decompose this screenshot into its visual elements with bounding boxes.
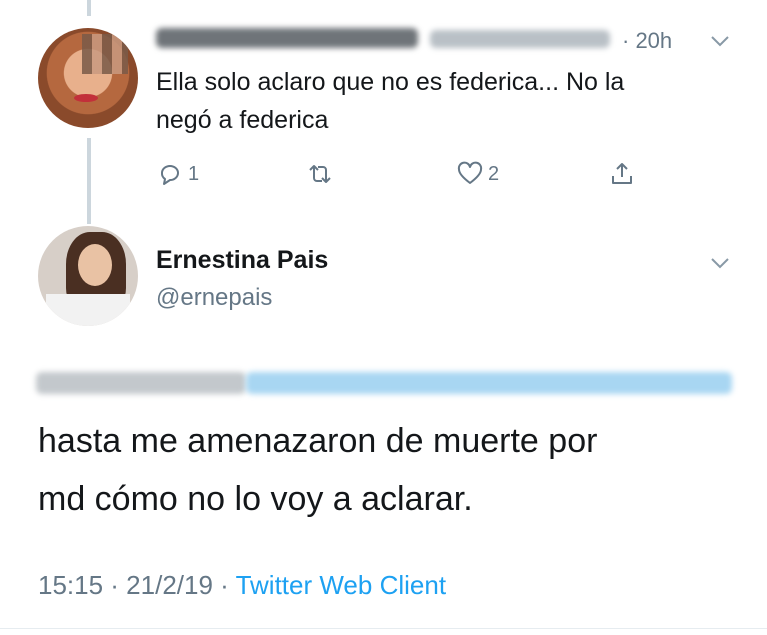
reply-name-redacted: [156, 28, 418, 48]
reply-button[interactable]: 1: [156, 160, 199, 188]
like-icon: [457, 161, 483, 184]
like-button[interactable]: 2: [456, 160, 499, 188]
retweet-button[interactable]: [306, 160, 338, 188]
tweet-text-line2: md cómo no lo voy a aclarar.: [38, 480, 473, 518]
author-display-name[interactable]: Ernestina Pais: [156, 246, 328, 275]
avatar-face: [78, 244, 112, 286]
reply-time: · 20h: [622, 28, 673, 53]
share-icon: [612, 163, 632, 184]
avatar-lips: [74, 94, 98, 102]
author-handle[interactable]: @ernepais: [156, 284, 272, 312]
reply-text-line2: negó a federica: [156, 106, 329, 134]
avatar-shirt: [46, 294, 130, 326]
replying-to-redacted: [36, 372, 246, 394]
divider: [0, 628, 767, 629]
reply-count: 1: [188, 162, 200, 185]
chevron-down-icon[interactable]: [710, 34, 730, 48]
reply-icon: [161, 165, 179, 185]
reply-handle-redacted: [430, 30, 610, 48]
tweet-source[interactable]: Twitter Web Client: [236, 570, 446, 600]
tweet-meta: 15:15 · 21/2/19 · Twitter Web Client: [38, 570, 446, 601]
reply-text-line1: Ella solo aclaro que no es federica... N…: [156, 68, 625, 96]
tweet-timestamp[interactable]: 15:15 · 21/2/19 ·: [38, 570, 236, 600]
avatar-pixelation: [82, 34, 128, 74]
thread-line: [87, 138, 91, 224]
retweet-icon: [309, 165, 331, 183]
thread-line-top: [87, 0, 91, 16]
tweet-text-line1: hasta me amenazaron de muerte por: [38, 422, 598, 460]
like-count: 2: [488, 162, 500, 185]
share-button[interactable]: [608, 160, 636, 188]
replying-to-users-redacted[interactable]: [246, 372, 732, 394]
reply-avatar[interactable]: [38, 28, 138, 128]
author-avatar[interactable]: [38, 226, 138, 326]
chevron-down-icon[interactable]: [710, 256, 730, 270]
